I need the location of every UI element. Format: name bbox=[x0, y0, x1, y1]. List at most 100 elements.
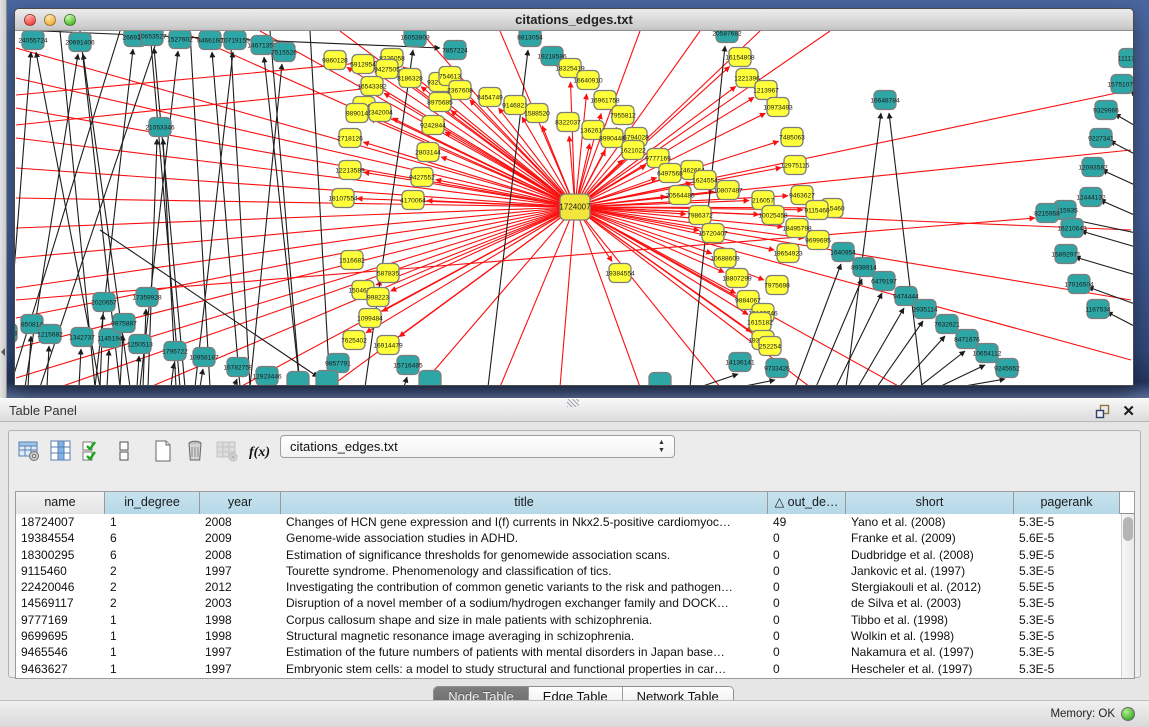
table-row[interactable]: 1456911722003Disruption of a novel membe… bbox=[16, 595, 1134, 611]
table-cell[interactable]: 1 bbox=[105, 514, 200, 530]
table-cell[interactable]: 9465546 bbox=[16, 644, 105, 660]
table-cell[interactable]: 2012 bbox=[200, 579, 281, 595]
graph-node[interactable] bbox=[316, 371, 338, 386]
table-cell[interactable]: Investigating the contribution of common… bbox=[281, 579, 768, 595]
table-select-dropdown[interactable]: citations_edges.txt ▲▼ bbox=[280, 435, 675, 458]
table-cell[interactable]: 1997 bbox=[200, 661, 281, 677]
table-cell[interactable]: Genome-wide association studies in ADHD. bbox=[281, 530, 768, 546]
table-cell[interactable]: Corpus callosum shape and size in male p… bbox=[281, 612, 768, 628]
graph-node[interactable] bbox=[419, 371, 441, 386]
column-header-title[interactable]: title bbox=[281, 492, 768, 514]
splitter-grip[interactable] bbox=[567, 399, 579, 407]
delete-column-icon[interactable] bbox=[181, 437, 209, 465]
table-cell[interactable]: 1998 bbox=[200, 612, 281, 628]
table-cell[interactable]: 0 bbox=[768, 579, 846, 595]
float-panel-icon[interactable] bbox=[1095, 403, 1111, 419]
network-graph[interactable]: 1724007240557242069140626691161065352715… bbox=[15, 31, 1133, 385]
table-cell[interactable]: Estimation of the future numbers of pati… bbox=[281, 644, 768, 660]
table-cell[interactable]: 5.3E-5 bbox=[1014, 661, 1120, 677]
table-cell[interactable]: Disruption of a novel member of a sodium… bbox=[281, 595, 768, 611]
table-row[interactable]: 1830029562008Estimation of significance … bbox=[16, 547, 1134, 563]
table-cell[interactable]: 5.3E-5 bbox=[1014, 644, 1120, 660]
column-header-name[interactable]: name bbox=[16, 492, 105, 514]
table-cell[interactable]: 9115460 bbox=[16, 563, 105, 579]
table-cell[interactable]: Hescheler et al. (1997) bbox=[846, 661, 1014, 677]
column-header-year[interactable]: year bbox=[200, 492, 281, 514]
table-cell[interactable]: 5.3E-5 bbox=[1014, 628, 1120, 644]
table-cell[interactable]: Dudbridge et al. (2008) bbox=[846, 547, 1014, 563]
table-cell[interactable]: 5.3E-5 bbox=[1014, 514, 1120, 530]
table-cell[interactable]: 0 bbox=[768, 530, 846, 546]
table-cell[interactable]: 0 bbox=[768, 661, 846, 677]
unselect-all-icon[interactable] bbox=[111, 437, 139, 465]
table-cell[interactable]: 9463627 bbox=[16, 661, 105, 677]
column-header-in_degree[interactable]: in_degree bbox=[105, 492, 200, 514]
table-cell[interactable]: 0 bbox=[768, 547, 846, 563]
table-row[interactable]: 911546021997Tourette syndrome. Phenomeno… bbox=[16, 563, 1134, 579]
column-header-short[interactable]: short bbox=[846, 492, 1014, 514]
memory-status-indicator[interactable] bbox=[1121, 707, 1135, 721]
new-column-icon[interactable] bbox=[149, 437, 177, 465]
scrollbar-thumb[interactable] bbox=[1123, 517, 1133, 541]
function-builder-icon[interactable]: f(x) bbox=[247, 437, 275, 465]
select-all-icon[interactable] bbox=[79, 437, 107, 465]
table-cell[interactable]: Wolkin et al. (1998) bbox=[846, 628, 1014, 644]
table-cell[interactable]: 2009 bbox=[200, 530, 281, 546]
column-header-pagerank[interactable]: pagerank bbox=[1014, 492, 1120, 514]
table-cell[interactable]: 14569117 bbox=[16, 595, 105, 611]
network-view-window[interactable]: citations_edges.txt 17240072405572420691… bbox=[14, 8, 1134, 386]
table-cell[interactable]: 5.9E-5 bbox=[1014, 547, 1120, 563]
table-cell[interactable]: 5.3E-5 bbox=[1014, 563, 1120, 579]
table-cell[interactable]: 2 bbox=[105, 595, 200, 611]
table-cell[interactable]: Franke et al. (2009) bbox=[846, 530, 1014, 546]
network-window-titlebar[interactable]: citations_edges.txt bbox=[15, 9, 1133, 31]
table-row[interactable]: 2242004622012Investigating the contribut… bbox=[16, 579, 1134, 595]
hidden-panel-strip[interactable] bbox=[0, 0, 7, 398]
table-cell[interactable]: 0 bbox=[768, 612, 846, 628]
table-cell[interactable]: Nakamura et al. (1997) bbox=[846, 644, 1014, 660]
table-cell[interactable]: Structural magnetic resonance image aver… bbox=[281, 628, 768, 644]
table-cell[interactable]: 9699695 bbox=[16, 628, 105, 644]
table-cell[interactable]: 9777169 bbox=[16, 612, 105, 628]
table-row[interactable]: 946362711997Embryonic stem cells: a mode… bbox=[16, 661, 1134, 677]
table-cell[interactable]: 0 bbox=[768, 644, 846, 660]
table-cell[interactable]: 2008 bbox=[200, 514, 281, 530]
table-cell[interactable]: 2003 bbox=[200, 595, 281, 611]
table-cell[interactable]: Changes of HCN gene expression and I(f) … bbox=[281, 514, 768, 530]
table-cell[interactable]: Jankovic et al. (1997) bbox=[846, 563, 1014, 579]
table-cell[interactable]: Yano et al. (2008) bbox=[846, 514, 1014, 530]
close-panel-icon[interactable]: ✕ bbox=[1122, 402, 1135, 420]
table-cell[interactable]: 0 bbox=[768, 563, 846, 579]
table-cell[interactable]: 1 bbox=[105, 612, 200, 628]
table-row[interactable]: 946554611997Estimation of the future num… bbox=[16, 644, 1134, 660]
column-header-out_de[interactable]: △ out_de… bbox=[768, 492, 846, 514]
table-cell[interactable]: 2 bbox=[105, 579, 200, 595]
table-cell[interactable]: 1 bbox=[105, 644, 200, 660]
table-cell[interactable]: 18300295 bbox=[16, 547, 105, 563]
table-cell[interactable]: 5.3E-5 bbox=[1014, 612, 1120, 628]
table-cell[interactable]: 6 bbox=[105, 547, 200, 563]
table-row[interactable]: 1872400712008Changes of HCN gene express… bbox=[16, 514, 1134, 530]
table-cell[interactable]: 6 bbox=[105, 530, 200, 546]
graph-node[interactable] bbox=[287, 372, 309, 386]
show-columns-icon[interactable] bbox=[47, 437, 75, 465]
table-cell[interactable]: 5.6E-5 bbox=[1014, 530, 1120, 546]
table-cell[interactable]: Embryonic stem cells: a model to study s… bbox=[281, 661, 768, 677]
table-cell[interactable]: Tibbo et al. (1998) bbox=[846, 612, 1014, 628]
table-cell[interactable]: 5.3E-5 bbox=[1014, 595, 1120, 611]
table-cell[interactable]: 18724007 bbox=[16, 514, 105, 530]
table-cell[interactable]: 2 bbox=[105, 563, 200, 579]
table-cell[interactable]: 0 bbox=[768, 628, 846, 644]
network-canvas[interactable]: 1724007240557242069140626691161065352715… bbox=[15, 31, 1133, 385]
table-row[interactable]: 977716911998Corpus callosum shape and si… bbox=[16, 612, 1134, 628]
table-cell[interactable]: 0 bbox=[768, 595, 846, 611]
table-cell[interactable]: Estimation of significance thresholds fo… bbox=[281, 547, 768, 563]
table-mode-icon[interactable] bbox=[15, 437, 43, 465]
table-cell[interactable]: 5.5E-5 bbox=[1014, 579, 1120, 595]
table-cell[interactable]: 1997 bbox=[200, 644, 281, 660]
table-vertical-scrollbar[interactable] bbox=[1121, 514, 1134, 678]
table-cell[interactable]: 49 bbox=[768, 514, 846, 530]
graph-node[interactable] bbox=[649, 373, 671, 386]
table-cell[interactable]: 1998 bbox=[200, 628, 281, 644]
table-cell[interactable]: 1997 bbox=[200, 563, 281, 579]
